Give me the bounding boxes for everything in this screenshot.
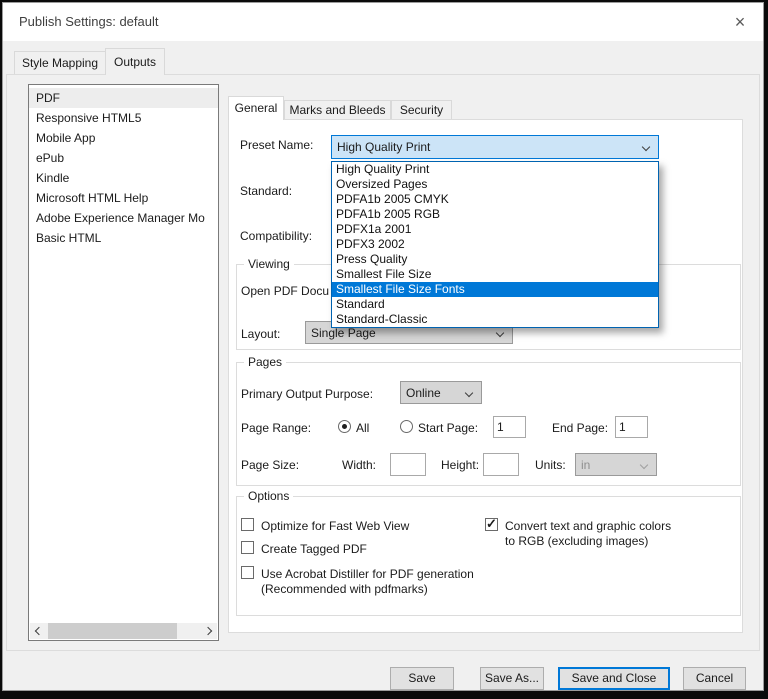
end-page-input[interactable] xyxy=(615,416,648,438)
create-tagged-pdf-label[interactable]: Create Tagged PDF xyxy=(261,542,367,556)
pages-group: Pages Primary Output Purpose: Online Pag… xyxy=(236,362,741,486)
start-page-input[interactable] xyxy=(493,416,526,438)
list-item-microsoft-html-help[interactable]: Microsoft HTML Help xyxy=(29,188,218,208)
page-range-label: Page Range: xyxy=(241,421,311,435)
compatibility-label: Compatibility: xyxy=(240,229,312,243)
start-page-label[interactable]: Start Page: xyxy=(418,421,478,435)
list-item-responsive-html5[interactable]: Responsive HTML5 xyxy=(29,108,218,128)
units-value: in xyxy=(581,458,590,472)
horizontal-scrollbar[interactable] xyxy=(30,623,217,639)
list-item-epub[interactable]: ePub xyxy=(29,148,218,168)
scroll-right-icon[interactable] xyxy=(200,623,217,639)
layout-label: Layout: xyxy=(241,327,280,341)
list-item-kindle[interactable]: Kindle xyxy=(29,168,218,188)
acrobat-distiller-checkbox[interactable] xyxy=(241,566,254,579)
convert-colors-label-line2: to RGB (excluding images) xyxy=(505,534,648,548)
dropdown-option[interactable]: Smallest File Size xyxy=(332,267,658,282)
close-icon[interactable]: × xyxy=(723,3,757,41)
units-combobox: in xyxy=(575,453,657,476)
acrobat-distiller-label[interactable]: Use Acrobat Distiller for PDF generation xyxy=(261,567,474,581)
desktop-background: Publish Settings: default × Style Mappin… xyxy=(0,0,768,699)
height-input[interactable] xyxy=(483,453,519,476)
scroll-left-icon[interactable] xyxy=(30,623,47,639)
dropdown-option[interactable]: PDFX1a 2001 xyxy=(332,222,658,237)
create-tagged-pdf-checkbox[interactable] xyxy=(241,541,254,554)
chevron-down-icon xyxy=(496,329,504,337)
all-radio[interactable] xyxy=(338,420,351,433)
dropdown-option[interactable]: Oversized Pages xyxy=(332,177,658,192)
chevron-down-icon xyxy=(642,143,650,151)
primary-output-purpose-label: Primary Output Purpose: xyxy=(241,387,373,401)
checkmark-icon: ✓ xyxy=(486,516,497,532)
tab-marks-and-bleeds[interactable]: Marks and Bleeds xyxy=(284,100,391,119)
list-item-basic-html[interactable]: Basic HTML xyxy=(29,228,218,248)
preset-name-value: High Quality Print xyxy=(337,140,430,154)
list-item-mobile-app[interactable]: Mobile App xyxy=(29,128,218,148)
convert-colors-checkbox[interactable]: ✓ xyxy=(485,518,498,531)
acrobat-distiller-label-line2: (Recommended with pdfmarks) xyxy=(261,582,428,596)
options-group: Options Optimize for Fast Web View Creat… xyxy=(236,496,741,616)
preset-name-combobox[interactable]: High Quality Print xyxy=(331,135,659,159)
tab-security[interactable]: Security xyxy=(391,100,452,119)
dropdown-option[interactable]: Standard-Classic xyxy=(332,312,658,327)
dropdown-option[interactable]: PDFA1b 2005 RGB xyxy=(332,207,658,222)
save-button[interactable]: Save xyxy=(390,667,454,690)
list-item-pdf[interactable]: PDF xyxy=(29,88,218,108)
standard-label: Standard: xyxy=(240,184,292,198)
page-size-label: Page Size: xyxy=(241,458,299,472)
dropdown-option-highlighted[interactable]: Smallest File Size Fonts xyxy=(332,282,658,297)
output-format-list: PDF Responsive HTML5 Mobile App ePub Kin… xyxy=(28,84,219,641)
scrollbar-thumb[interactable] xyxy=(48,623,177,639)
convert-colors-label[interactable]: Convert text and graphic colors xyxy=(505,519,671,533)
tab-general[interactable]: General xyxy=(228,96,284,120)
cancel-button[interactable]: Cancel xyxy=(683,667,746,690)
end-page-label: End Page: xyxy=(552,421,608,435)
units-label: Units: xyxy=(535,458,566,472)
start-page-radio[interactable] xyxy=(400,420,413,433)
dropdown-option[interactable]: PDFX3 2002 xyxy=(332,237,658,252)
primary-output-purpose-value: Online xyxy=(406,386,441,400)
open-pdf-document-label: Open PDF Docu xyxy=(241,284,329,298)
publish-settings-dialog: Publish Settings: default × Style Mappin… xyxy=(2,2,764,691)
dropdown-option[interactable]: Standard xyxy=(332,297,658,312)
height-label: Height: xyxy=(441,458,479,472)
options-group-title: Options xyxy=(244,489,293,503)
width-label: Width: xyxy=(342,458,376,472)
width-input[interactable] xyxy=(390,453,426,476)
optimize-fast-web-view-checkbox[interactable] xyxy=(241,518,254,531)
dropdown-option[interactable]: High Quality Print xyxy=(332,162,658,177)
pages-group-title: Pages xyxy=(244,355,286,369)
dropdown-option[interactable]: Press Quality xyxy=(332,252,658,267)
primary-output-purpose-combobox[interactable]: Online xyxy=(400,381,482,404)
optimize-fast-web-view-label[interactable]: Optimize for Fast Web View xyxy=(261,519,409,533)
dialog-title: Publish Settings: default xyxy=(19,3,158,41)
save-and-close-button[interactable]: Save and Close xyxy=(558,667,670,690)
chevron-down-icon xyxy=(465,389,473,397)
save-as-button[interactable]: Save As... xyxy=(480,667,544,690)
preset-name-label: Preset Name: xyxy=(240,138,313,152)
chevron-down-icon xyxy=(640,461,648,469)
list-item-adobe-experience-manager[interactable]: Adobe Experience Manager Mo xyxy=(29,208,218,228)
viewing-group-title: Viewing xyxy=(244,257,294,271)
tab-outputs[interactable]: Outputs xyxy=(105,48,165,75)
title-bar: Publish Settings: default × xyxy=(3,3,763,41)
dropdown-option[interactable]: PDFA1b 2005 CMYK xyxy=(332,192,658,207)
tab-style-mapping[interactable]: Style Mapping xyxy=(14,51,106,74)
preset-dropdown-list: High Quality Print Oversized Pages PDFA1… xyxy=(331,161,659,328)
all-radio-label[interactable]: All xyxy=(356,421,369,435)
